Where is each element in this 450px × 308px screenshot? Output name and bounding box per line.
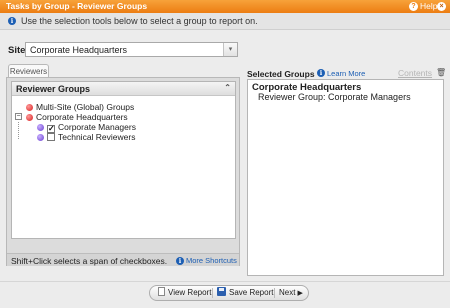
close-icon[interactable]: ×	[437, 2, 446, 11]
tree-item-label: Multi-Site (Global) Groups	[36, 102, 135, 112]
reviewers-panel: Reviewer Groups ⌃ Multi-Site (Global) Gr…	[6, 77, 240, 266]
help-icon[interactable]: ?	[409, 2, 418, 11]
instruction-text: Use the selection tools below to select …	[21, 16, 258, 26]
window-title: Tasks by Group - Reviewer Groups	[6, 1, 148, 11]
view-report-button[interactable]: View Report	[158, 286, 211, 300]
tree-connector	[18, 122, 19, 139]
info-icon: i	[8, 17, 16, 25]
chevron-down-icon[interactable]: ▾	[223, 43, 237, 56]
tree-item-label: Corporate Managers	[58, 122, 136, 132]
help-link[interactable]: Help	[420, 1, 437, 11]
tab-reviewers[interactable]: Reviewers	[8, 64, 49, 78]
shortcut-status-bar: Shift+Click selects a span of checkboxes…	[7, 253, 239, 266]
action-button-bar: View Report Save Report Next ▶	[149, 285, 309, 301]
footer-divider	[0, 281, 450, 282]
contents-link[interactable]: Contents	[398, 68, 432, 78]
reviewer-groups-box: Reviewer Groups ⌃ Multi-Site (Global) Gr…	[11, 81, 236, 239]
next-arrow-icon: ▶	[297, 290, 303, 297]
tree-item-multi-site[interactable]: Multi-Site (Global) Groups	[26, 102, 134, 112]
shortcut-hint: Shift+Click selects a span of checkboxes…	[11, 256, 168, 266]
group-icon	[37, 134, 44, 141]
button-separator	[274, 288, 275, 298]
tree-item-label: Technical Reviewers	[58, 132, 136, 142]
info-bar: i Use the selection tools below to selec…	[0, 13, 450, 30]
site-select[interactable]: Corporate Headquarters ▾	[25, 42, 238, 57]
group-icon	[37, 124, 44, 131]
button-separator	[212, 288, 213, 298]
next-button[interactable]: Next ▶	[279, 286, 303, 300]
info-icon: i	[317, 69, 325, 77]
reviewer-groups-title: Reviewer Groups	[16, 84, 91, 94]
group-icon	[26, 114, 33, 121]
tree-item-label: Corporate Headquarters	[36, 112, 128, 122]
info-icon: i	[176, 257, 184, 265]
reviewer-groups-header: Reviewer Groups ⌃	[12, 82, 235, 96]
tree-item-corporate-managers[interactable]: ✓ Corporate Managers	[37, 122, 136, 133]
site-value: Corporate Headquarters	[30, 45, 128, 55]
save-disk-icon	[217, 287, 226, 296]
selected-group-item[interactable]: Reviewer Group: Corporate Managers	[258, 92, 411, 102]
trash-icon[interactable]: 🗑	[436, 68, 446, 77]
site-label: Site	[8, 45, 26, 56]
title-bar: Tasks by Group - Reviewer Groups ? Help …	[0, 0, 450, 13]
learn-more-link[interactable]: Learn More	[327, 69, 365, 78]
collapse-icon[interactable]: ⌃	[224, 83, 231, 92]
selected-groups-box: Corporate Headquarters Reviewer Group: C…	[247, 79, 444, 276]
view-report-label: View Report	[168, 288, 212, 297]
tree-item-corporate-hq[interactable]: − Corporate Headquarters	[12, 112, 212, 122]
checkbox-technical-reviewers[interactable]	[47, 133, 55, 141]
tree-item-content: Corporate Headquarters	[26, 112, 128, 122]
collapse-node-icon[interactable]: −	[15, 113, 22, 120]
save-report-button[interactable]: Save Report	[217, 286, 273, 300]
save-report-label: Save Report	[229, 288, 274, 297]
next-label: Next	[279, 288, 296, 297]
report-page-icon	[158, 287, 165, 296]
selected-groups-title: Selected Groups	[247, 69, 315, 79]
tree-item-technical-reviewers[interactable]: Technical Reviewers	[37, 132, 135, 142]
group-icon	[26, 104, 33, 111]
more-shortcuts-link[interactable]: More Shortcuts	[186, 256, 237, 265]
